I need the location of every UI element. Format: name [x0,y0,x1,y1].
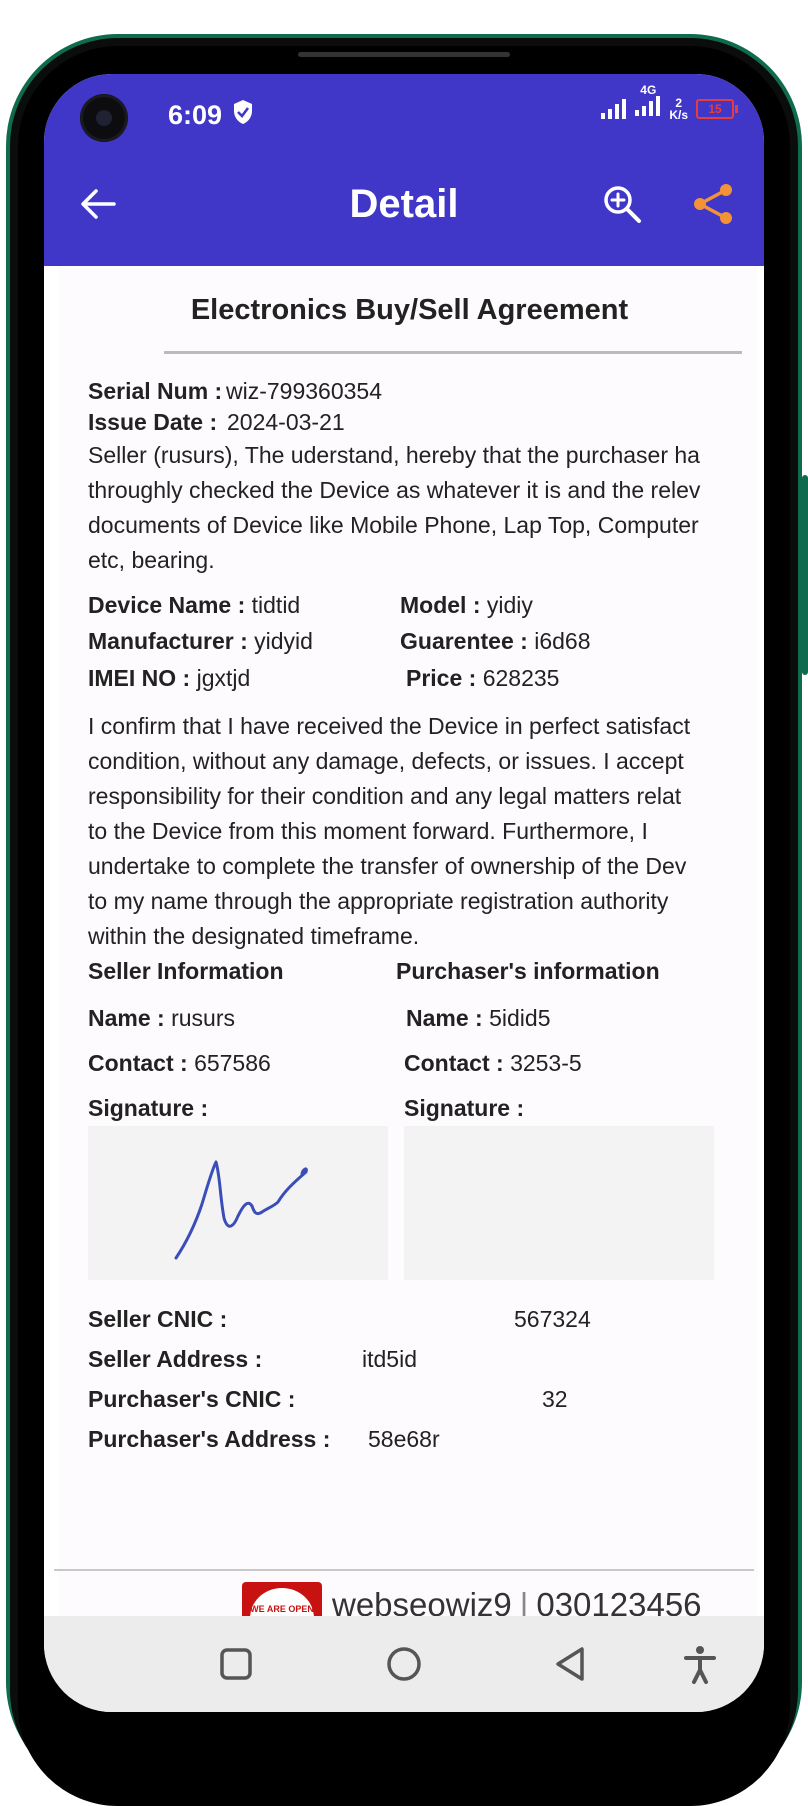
manufacturer: Manufacturer : yidyid [88,628,313,655]
footer-rule [54,1569,754,1571]
manufacturer-value: yidyid [254,628,313,654]
footer-company: webseowiz9 [332,1586,512,1616]
page-title: Detail [349,182,459,226]
purchaser-cnic-value: 32 [542,1386,568,1412]
issue-date-label: Issue Date : [88,409,218,435]
logo-text: WE ARE OPEN FOR [250,1588,314,1616]
intro-line: etc, bearing. [88,547,215,573]
speed-value: 2 [675,95,682,110]
agreement-content[interactable]: Electronics Buy/Sell Agreement Serial Nu… [44,266,764,1616]
purchaser-contact: Contact : 3253-5 [404,1050,582,1077]
network-type: 4G [640,83,657,97]
purchaser-name: Name : 5idid5 [406,1005,550,1032]
intro-line: Seller (rusurs), The uderstand, hereby t… [88,442,700,468]
imei-label: IMEI NO : [88,665,191,691]
signal-4g: 4G [635,84,661,121]
share-icon[interactable] [692,182,734,226]
confirm-line: to my name through the appropriate regis… [88,888,669,914]
purchaser-name-value: 5idid5 [489,1005,551,1031]
footer-separator: | [519,1586,529,1616]
company-logo: WE ARE OPEN FOR [242,1582,322,1616]
front-camera [80,94,128,142]
agreement-heading: Electronics Buy/Sell Agreement [190,294,629,326]
confirm-line: responsibility for their condition and a… [88,783,682,809]
heading-divider [164,351,742,354]
status-time: 6:09 [168,100,223,130]
price-label: Price : [406,665,477,691]
purchaser-contact-value: 3253-5 [510,1050,582,1076]
seller-signature-label: Signature : [88,1095,209,1121]
footer-phone: 030123456 [536,1586,702,1616]
recent-apps-square-icon[interactable] [214,1642,258,1686]
intro-line: throughly checked the Device as whatever… [88,477,701,503]
seller-cnic-value: 567324 [514,1306,591,1332]
zoom-in-icon[interactable] [602,184,642,224]
confirm-paragraph: I confirm that I have received the Devic… [88,709,708,954]
seller-signature-image [174,1160,308,1260]
guarantee: Guarentee : i6d68 [400,628,591,655]
manufacturer-label: Manufacturer : [88,628,248,654]
confirm-line: condition, without any damage, defects, … [88,748,684,774]
confirm-line: to the Device from this moment forward. … [88,818,648,844]
device-name-label: Device Name : [88,592,246,618]
seller-signature-box [88,1126,388,1280]
issue-date-value: 2024-03-21 [227,409,345,435]
purchaser-signature-box [404,1126,714,1280]
device-name-value: tidtid [251,592,301,618]
confirm-line: undertake to complete the transfer of ow… [88,853,687,879]
back-triangle-icon[interactable] [550,1642,594,1686]
signal-4g-icon [635,96,661,116]
purchaser-address-label: Purchaser's Address : [88,1426,331,1452]
serial-label: Serial Num : [88,378,223,404]
accessibility-icon[interactable] [678,1642,722,1686]
battery-icon: 15 [696,98,738,119]
seller-cnic-label: Seller CNIC : [88,1306,228,1332]
price-value: 628235 [482,665,560,691]
guarantee-value: i6d68 [534,628,591,654]
purchaser-name-label: Name : [406,1005,483,1031]
imei-value: jgxtjd [196,665,251,691]
seller-info-title: Seller Information [88,958,284,984]
shield-icon [234,100,252,124]
home-circle-icon[interactable] [382,1642,426,1686]
device-name: Device Name : tidtid [88,592,300,619]
agreement-document: Electronics Buy/Sell Agreement Serial Nu… [58,266,758,1616]
seller-name-value: rusurs [171,1005,235,1031]
seller-contact: Contact : 657586 [88,1050,271,1077]
confirm-line: I confirm that I have received the Devic… [88,713,691,739]
system-nav-bar [44,1616,764,1712]
footer-contact: webseowiz9 | 030123456 [332,1586,702,1616]
status-icons: 4G 2 K/s 15 [601,84,738,121]
purchaser-info-title: Purchaser's information [396,958,660,984]
purchaser-contact-label: Contact : [404,1050,504,1076]
phone-side-button [802,475,808,675]
app-bar: 6:09 4G 2 K/s 15 Detail [44,74,764,266]
model-label: Model : [400,592,481,618]
phone-speaker [298,52,510,57]
seller-address-label: Seller Address : [88,1346,263,1372]
purchaser-cnic-label: Purchaser's CNIC : [88,1386,296,1412]
seller-name: Name : rusurs [88,1005,235,1032]
speed-unit: K/s [669,107,688,122]
seller-address-value: itd5id [362,1346,417,1372]
serial-value: wiz-799360354 [226,378,383,404]
screen: 6:09 4G 2 K/s 15 Detail Electronics Buy/… [44,74,764,1712]
guarantee-label: Guarentee : [400,628,528,654]
confirm-line: within the designated timeframe. [88,923,420,949]
seller-contact-label: Contact : [88,1050,188,1076]
seller-contact-value: 657586 [194,1050,271,1076]
purchaser-address-value: 58e68r [368,1426,440,1452]
signal-icon [601,98,627,119]
imei: IMEI NO : jgxtjd [88,665,250,692]
intro-line: documents of Device like Mobile Phone, L… [88,512,699,538]
purchaser-signature-label: Signature : [404,1095,525,1121]
intro-paragraph: Seller (rusurs), The uderstand, hereby t… [88,438,708,578]
network-speed: 2 K/s [669,97,688,121]
seller-name-label: Name : [88,1005,165,1031]
model: Model : yidiy [400,592,533,619]
battery-level: 15 [708,101,722,116]
price: Price : 628235 [406,665,559,692]
model-value: yidiy [486,592,533,618]
